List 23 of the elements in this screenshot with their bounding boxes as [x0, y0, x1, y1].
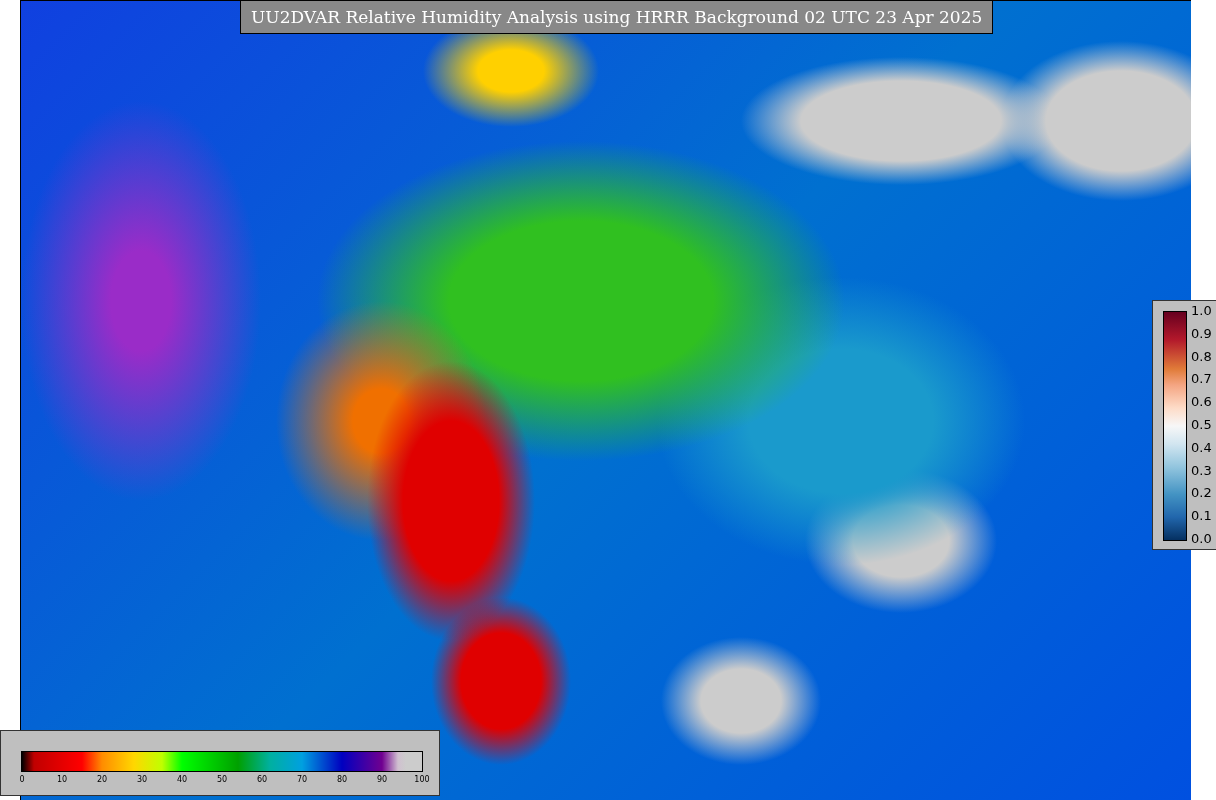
map-title: UU2DVAR Relative Humidity Analysis using HRRR Background 02 UTC 23 Apr 2025: [240, 0, 994, 34]
scale-tick-label: 10: [56, 775, 68, 784]
scale-tick-label: 90: [376, 775, 388, 784]
scale-tick-label: 0.1: [1191, 509, 1212, 524]
scale-tick-label: 1.0: [1191, 304, 1212, 318]
scale-tick-label: 70: [296, 775, 308, 784]
scale-tick-label: 0.6: [1191, 395, 1212, 410]
scale-tick-label: 30: [136, 775, 148, 784]
scale-tick-label: 0.2: [1191, 486, 1212, 501]
scale-tick-label: 0.5: [1191, 418, 1212, 432]
scale-tick-label: 0.7: [1191, 372, 1212, 387]
scale-tick-label: 20: [96, 775, 108, 784]
scale-tick-label: 0.4: [1191, 440, 1212, 455]
scale-tick-label: 0.9: [1191, 326, 1212, 341]
scale-tick-label: 0.0: [1191, 531, 1212, 546]
scale-tick-label: 40: [176, 775, 188, 784]
scale-tick-label: 100: [414, 775, 430, 784]
scale-tick-label: 0: [19, 775, 25, 784]
scale-tick-label: 60: [256, 775, 268, 784]
scale-tick-label: 0.3: [1191, 463, 1212, 478]
scale-tick-label: 80: [336, 775, 348, 784]
scale-tick-label: 0.8: [1191, 349, 1212, 364]
scale-tick-label: 50: [216, 775, 228, 784]
